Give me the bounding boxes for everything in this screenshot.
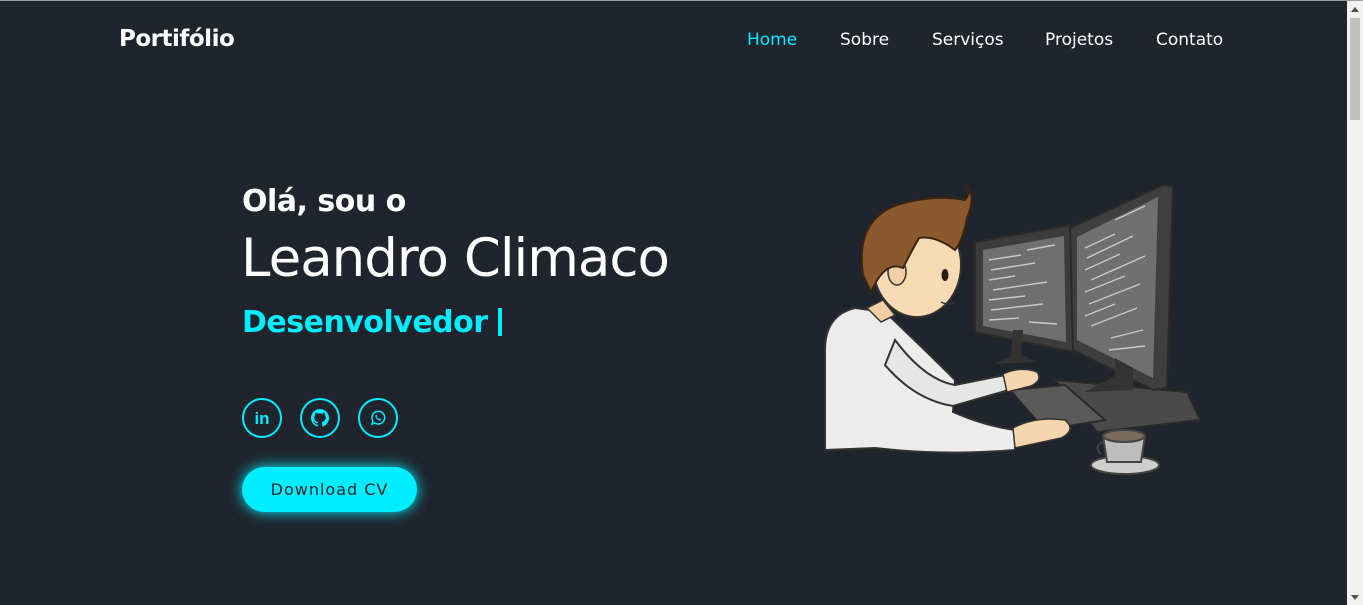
- download-cv-button[interactable]: Download CV: [242, 467, 417, 512]
- nav-link-contato[interactable]: Contato: [1156, 30, 1223, 50]
- linkedin-icon: in: [254, 408, 270, 428]
- nav-link-projetos[interactable]: Projetos: [1045, 30, 1113, 50]
- scroll-down-icon[interactable]: [1347, 589, 1363, 605]
- hero-role-text: Desenvolvedor: [242, 305, 488, 340]
- whatsapp-icon: [370, 410, 386, 426]
- typing-cursor: [497, 308, 502, 336]
- scrollbar-thumb[interactable]: [1350, 18, 1360, 120]
- nav-link-servicos[interactable]: Serviços: [932, 30, 1004, 50]
- linkedin-link[interactable]: in: [242, 398, 282, 438]
- social-links: in: [242, 398, 402, 438]
- developer-illustration: [824, 183, 1202, 475]
- whatsapp-link[interactable]: [358, 398, 398, 438]
- github-icon: [311, 409, 329, 427]
- hero-greeting: Olá, sou o: [242, 184, 406, 219]
- scroll-up-icon[interactable]: [1347, 1, 1363, 17]
- page-scrollbar[interactable]: [1347, 1, 1363, 605]
- github-link[interactable]: [300, 398, 340, 438]
- nav-link-sobre[interactable]: Sobre: [840, 30, 889, 50]
- window-top-border: [0, 0, 1363, 1]
- main-nav: Home Sobre Serviços Projetos Contato: [0, 30, 1340, 54]
- nav-link-home[interactable]: Home: [747, 30, 797, 50]
- hero-role: Desenvolvedor: [242, 305, 502, 340]
- hero-name: Leandro Climaco: [241, 228, 670, 289]
